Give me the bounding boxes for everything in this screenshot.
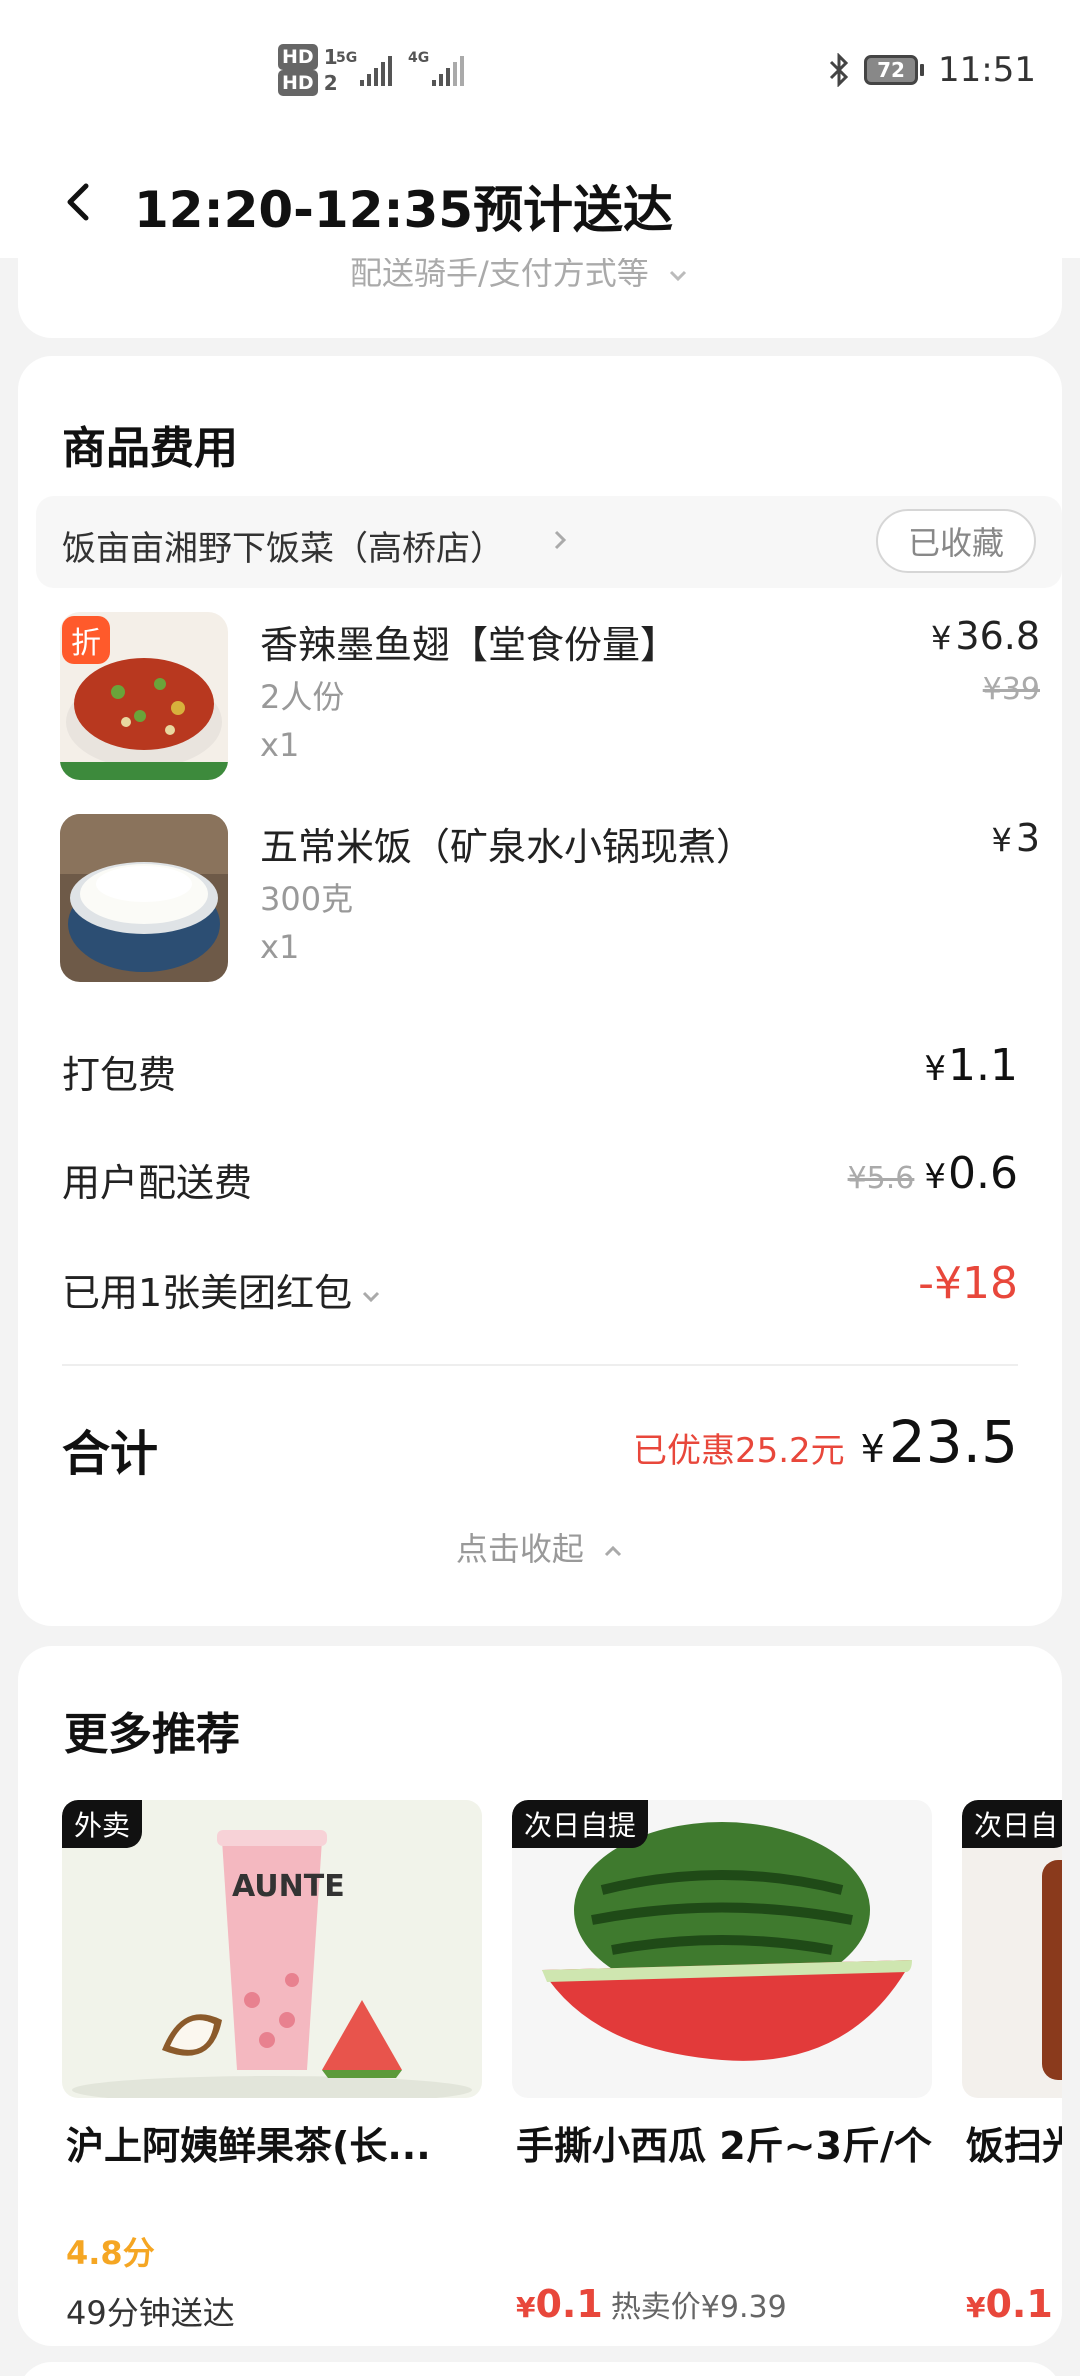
packing-fee-value: ¥1.1 bbox=[924, 1040, 1018, 1091]
redpacket-row[interactable]: 已用1张美团红包 -¥18 bbox=[62, 1254, 1018, 1317]
signal-icon: 4G bbox=[408, 50, 464, 86]
status-right: 72 11:51 bbox=[828, 50, 1036, 90]
total-label: 合计 bbox=[62, 1426, 159, 1482]
recommend-item[interactable]: 次日自提 手撕小西瓜 2斤~3斤/个 ¥0.1 热卖价¥9.39 bbox=[512, 1800, 932, 2340]
shop-name[interactable]: 饭亩亩湘野下饭菜（高桥店） bbox=[62, 521, 504, 570]
battery-level: 72 bbox=[864, 55, 919, 85]
item-original-price: ¥39 bbox=[982, 672, 1040, 707]
item-price: ¥36.8 bbox=[931, 614, 1040, 658]
item-price-value: 36.8 bbox=[955, 614, 1040, 658]
delivery-fee-value: ¥5.6 ¥0.6 bbox=[848, 1148, 1018, 1199]
item-name: 五常米饭（矿泉水小锅现煮） bbox=[260, 825, 755, 869]
recommend-tag: 外卖 bbox=[62, 1800, 143, 1848]
recommend-image: AUNTE 外卖 bbox=[62, 1800, 482, 2098]
currency-symbol: ¥ bbox=[516, 2291, 536, 2324]
cost-card: 商品费用 饭亩亩湘野下饭菜（高桥店） 已收藏 折 香辣墨鱼翅【堂食份量】 2人份… bbox=[18, 356, 1062, 1626]
packing-fee-label: 打包费 bbox=[62, 1053, 177, 1097]
network-type-label: 4G bbox=[408, 50, 430, 66]
recommend-price: ¥0.1 热卖价¥9.39 bbox=[516, 2282, 787, 2326]
discount-badge: 折 bbox=[62, 616, 110, 664]
recommend-tag: 次日自提 bbox=[512, 1800, 649, 1848]
clock: 11:51 bbox=[938, 50, 1036, 90]
battery-icon: 72 bbox=[864, 55, 925, 85]
recommend-name: 饭扫光200g bbox=[966, 2124, 1062, 2168]
recommend-image: 次日自提 bbox=[512, 1800, 932, 2098]
packing-fee-amount: 1.1 bbox=[948, 1040, 1018, 1091]
bluetooth-icon bbox=[829, 53, 849, 87]
back-arrow-icon[interactable] bbox=[58, 182, 98, 222]
chevron-down-icon bbox=[669, 270, 687, 282]
order-item[interactable]: 折 香辣墨鱼翅【堂食份量】 2人份 x1 ¥36.8 ¥39 bbox=[60, 612, 1040, 782]
recommend-title: 更多推荐 bbox=[64, 1709, 240, 1760]
sim2-label: HD bbox=[278, 70, 318, 96]
recommend-hot-price: 热卖价¥9.39 bbox=[610, 2290, 787, 2325]
order-item[interactable]: 五常米饭（矿泉水小锅现煮） 300克 x1 ¥3 bbox=[60, 814, 1040, 984]
collapse-label: 点击收起 bbox=[455, 1530, 584, 1568]
packing-fee-row: 打包费 ¥1.1 bbox=[62, 1036, 1018, 1097]
redpacket-value: -¥18 bbox=[918, 1258, 1018, 1309]
sim-indicators: HD 1 HD 2 bbox=[278, 44, 338, 96]
redpacket-label[interactable]: 已用1张美团红包 bbox=[62, 1262, 382, 1317]
item-image: 折 bbox=[60, 612, 228, 780]
total-amount: ¥23.5 bbox=[861, 1408, 1018, 1476]
network-type-label: 5G bbox=[336, 50, 358, 66]
next-card-peek bbox=[18, 2362, 1062, 2376]
total-amount-value: 23.5 bbox=[888, 1408, 1018, 1476]
delivery-fee-label: 用户配送费 bbox=[62, 1161, 253, 1205]
recommend-item[interactable]: AUNTE 外卖 沪上阿姨鲜果茶(长... 4.8分 49分钟送达 bbox=[62, 1800, 482, 2340]
currency-symbol: ¥ bbox=[991, 821, 1012, 859]
currency-symbol: ¥ bbox=[931, 619, 952, 657]
status-bar: HD 1 HD 2 5G 4G 72 11:51 bbox=[0, 0, 1080, 140]
chevron-down-icon bbox=[363, 1291, 380, 1302]
item-qty: x1 bbox=[260, 928, 300, 966]
item-spec: 300克 bbox=[260, 880, 354, 918]
recommend-item[interactable]: 次日自 饭扫光200g ¥0.1 bbox=[962, 1800, 1062, 2340]
shop-row[interactable]: 饭亩亩湘野下饭菜（高桥店） 已收藏 bbox=[36, 496, 1062, 588]
chevron-up-icon bbox=[605, 1545, 622, 1557]
recommend-price-value: 0.1 bbox=[535, 2282, 603, 2326]
recommend-eta: 49分钟送达 bbox=[66, 2294, 235, 2332]
sim2-index: 2 bbox=[323, 71, 338, 95]
delivery-fee-amount: 0.6 bbox=[948, 1148, 1018, 1199]
item-spec: 2人份 bbox=[260, 678, 345, 716]
currency-symbol: ¥ bbox=[924, 1049, 947, 1089]
recommend-name: 沪上阿姨鲜果茶(长... bbox=[66, 2124, 431, 2168]
collapse-button[interactable]: 点击收起 bbox=[18, 1524, 1062, 1570]
favorite-button[interactable]: 已收藏 bbox=[876, 509, 1036, 573]
recommend-card: 更多推荐 AUNTE 外卖 沪上阿姨鲜果茶(长... 4.8分 49分钟送达 次… bbox=[18, 1646, 1062, 2346]
chevron-right-icon bbox=[554, 530, 567, 550]
delivery-fee-row: 用户配送费 ¥5.6 ¥0.6 bbox=[62, 1144, 1018, 1205]
svg-text:AUNTE: AUNTE bbox=[232, 1869, 345, 1904]
currency-symbol: ¥ bbox=[966, 2291, 986, 2324]
item-price-value: 3 bbox=[1015, 816, 1040, 860]
cost-section-title: 商品费用 bbox=[62, 423, 238, 474]
signal-icon: 5G bbox=[336, 50, 392, 86]
sim1-label: HD bbox=[278, 44, 318, 70]
item-image bbox=[60, 814, 228, 982]
currency-symbol: ¥ bbox=[860, 1427, 885, 1471]
divider bbox=[62, 1364, 1018, 1366]
recommend-price: ¥0.1 bbox=[966, 2282, 1053, 2326]
currency-symbol: ¥ bbox=[924, 1157, 947, 1197]
signal-icons: 5G 4G bbox=[336, 50, 464, 86]
total-summary: 已优惠25.2元 ¥23.5 bbox=[633, 1408, 1018, 1476]
redpacket-label-text: 已用1张美团红包 bbox=[62, 1271, 353, 1315]
recommend-price-value: 0.1 bbox=[985, 2282, 1053, 2326]
recommend-name: 手撕小西瓜 2斤~3斤/个 bbox=[516, 2124, 932, 2168]
page-header: 12:20-12:35预计送达 bbox=[0, 140, 1080, 258]
saved-amount: 已优惠25.2元 bbox=[632, 1431, 845, 1471]
recommend-image: 次日自 bbox=[962, 1800, 1062, 2098]
item-price: ¥3 bbox=[991, 816, 1040, 860]
peek-text: 配送骑手/支付方式等 bbox=[350, 254, 649, 292]
recommend-rating: 4.8分 bbox=[66, 2234, 155, 2272]
delivery-fee-original: ¥5.6 bbox=[847, 1161, 915, 1196]
item-name: 香辣墨鱼翅【堂食份量】 bbox=[260, 623, 679, 667]
recommend-tag: 次日自 bbox=[962, 1800, 1062, 1848]
item-qty: x1 bbox=[260, 726, 300, 764]
page-title: 12:20-12:35预计送达 bbox=[134, 181, 674, 239]
